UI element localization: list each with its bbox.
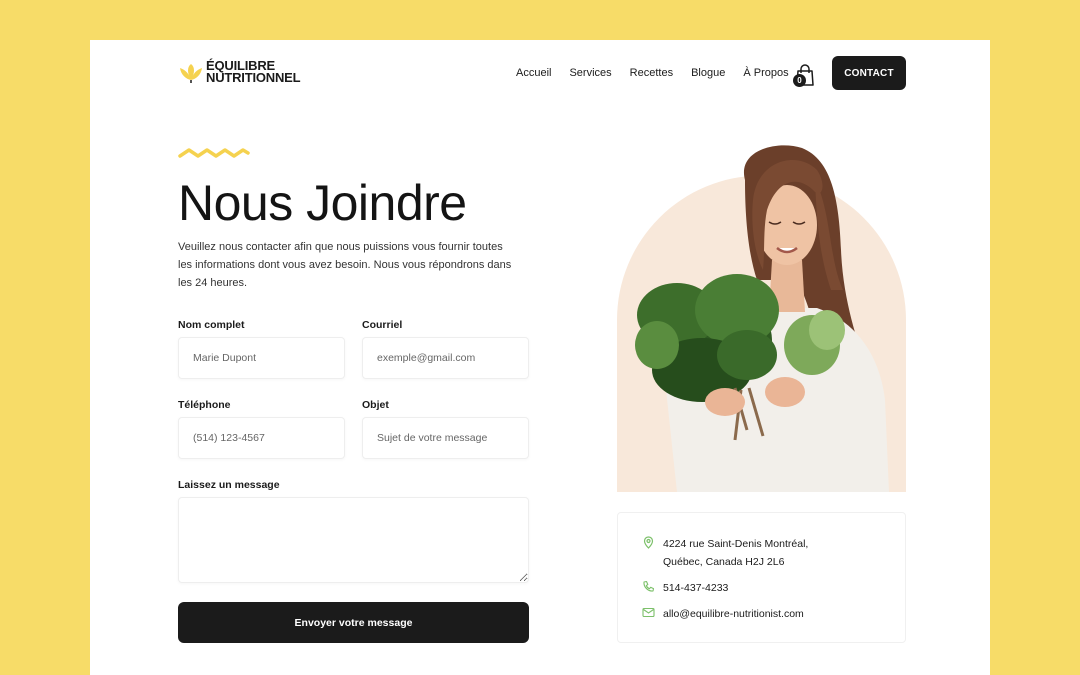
page-card: ÉQUILIBRE NUTRITIONNEL Accueil Services … (90, 40, 990, 675)
phone-label: Téléphone (178, 399, 231, 411)
address-row: 4224 rue Saint-Denis Montréal, Québec, C… (642, 535, 808, 571)
contact-button[interactable]: CONTACT (832, 56, 906, 90)
address-line2: Québec, Canada H2J 2L6 (663, 556, 785, 568)
phone-text: 514-437-4233 (663, 582, 729, 594)
main-nav: Accueil Services Recettes Blogue À Propo… (516, 67, 807, 79)
name-label: Nom complet (178, 319, 245, 331)
envelope-icon (642, 607, 655, 618)
brand-logo[interactable]: ÉQUILIBRE NUTRITIONNEL (178, 59, 301, 85)
email-text: allo@equilibre-nutritionist.com (663, 608, 804, 620)
cart-count-badge: 0 (793, 74, 806, 87)
nav-accueil[interactable]: Accueil (516, 67, 551, 79)
page-title: Nous Joindre (178, 175, 467, 231)
address-line1: 4224 rue Saint-Denis Montréal, (663, 538, 809, 550)
map-pin-icon (643, 536, 654, 549)
email-row[interactable]: allo@equilibre-nutritionist.com (642, 605, 804, 623)
contact-info-card: 4224 rue Saint-Denis Montréal, Québec, C… (617, 512, 906, 643)
nav-a-propos[interactable]: À Propos (743, 67, 788, 79)
email-input[interactable] (362, 337, 529, 379)
message-label: Laissez un message (178, 479, 280, 491)
subject-input[interactable] (362, 417, 529, 459)
subject-label: Objet (362, 399, 389, 411)
nav-blogue[interactable]: Blogue (691, 67, 725, 79)
woman-holding-lettuce-image (617, 145, 906, 492)
squiggle-decoration-icon (178, 148, 250, 158)
name-input[interactable] (178, 337, 345, 379)
phone-input[interactable] (178, 417, 345, 459)
intro-text: Veuillez nous contacter afin que nous pu… (178, 241, 512, 289)
submit-button[interactable]: Envoyer votre message (178, 602, 529, 643)
phone-row[interactable]: 514-437-4233 (642, 579, 728, 597)
phone-icon (643, 580, 655, 592)
email-label: Courriel (362, 319, 403, 331)
message-textarea[interactable] (178, 497, 529, 583)
leaf-logo-icon (180, 64, 202, 83)
nav-recettes[interactable]: Recettes (630, 67, 673, 79)
brand-line2: NUTRITIONNEL (206, 70, 301, 85)
nav-services[interactable]: Services (569, 67, 611, 79)
